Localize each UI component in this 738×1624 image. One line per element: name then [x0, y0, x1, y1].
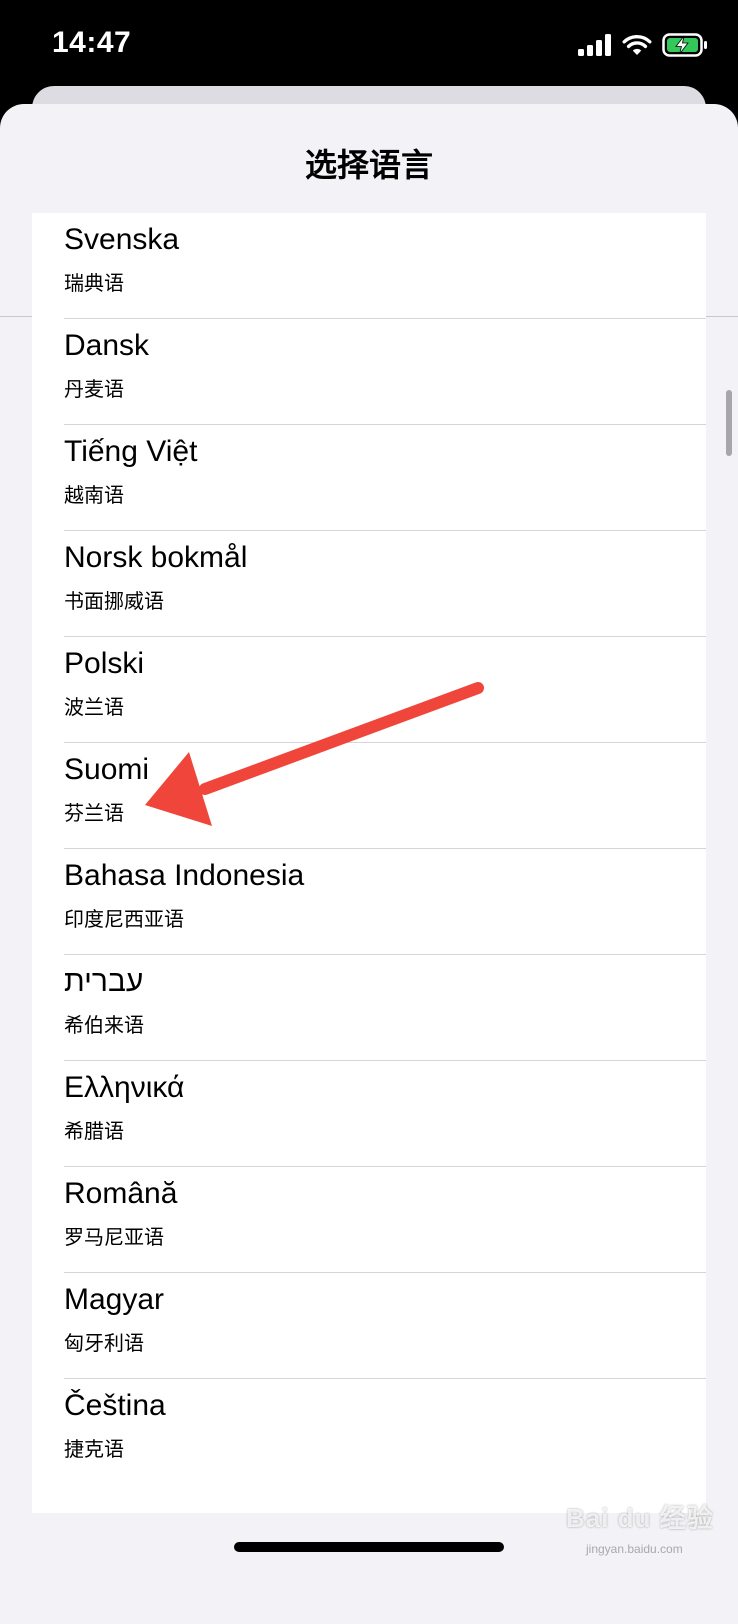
language-translation: 印度尼西亚语: [64, 909, 184, 931]
watermark-url: jingyan.baidu.com: [586, 1542, 683, 1556]
language-name: Suomi: [64, 753, 150, 786]
language-translation: 罗马尼亚语: [64, 1227, 164, 1249]
language-item-tieng-viet[interactable]: Tiếng Việt 越南语: [32, 425, 706, 531]
language-translation: 丹麦语: [64, 379, 124, 401]
language-item-norsk-bokmal[interactable]: Norsk bokmål 书面挪威语: [32, 531, 706, 637]
status-icons: [578, 30, 708, 60]
language-name: Čeština: [64, 1389, 166, 1422]
language-item-magyar[interactable]: Magyar 匈牙利语: [32, 1273, 706, 1379]
language-translation: 希伯来语: [64, 1015, 144, 1037]
home-indicator: [234, 1542, 504, 1552]
language-translation: 匈牙利语: [64, 1333, 144, 1355]
language-item-cestina[interactable]: Čeština 捷克语: [32, 1379, 706, 1485]
language-translation: 瑞典语: [64, 273, 124, 295]
language-name: Polski: [64, 647, 145, 680]
language-translation: 越南语: [64, 485, 124, 507]
language-name: Dansk: [64, 329, 150, 362]
language-translation: 芬兰语: [64, 803, 124, 825]
battery-charging-icon: [662, 33, 707, 57]
language-name: Română: [64, 1177, 178, 1210]
language-item-bahasa-indonesia[interactable]: Bahasa Indonesia 印度尼西亚语: [32, 849, 706, 955]
language-item-svenska[interactable]: Svenska 瑞典语: [32, 213, 706, 319]
wifi-icon: [622, 34, 652, 55]
signal-icon: [578, 34, 611, 56]
language-item-hebrew[interactable]: עברית 希伯来语: [32, 955, 706, 1061]
language-translation: 书面挪威语: [64, 591, 164, 613]
status-bar: 14:47: [0, 0, 738, 90]
language-name: Norsk bokmål: [64, 541, 248, 574]
sheet-title: 选择语言: [304, 147, 433, 183]
language-translation: 希腊语: [64, 1121, 124, 1143]
language-translation: 波兰语: [64, 697, 124, 719]
scroll-indicator[interactable]: [726, 390, 732, 456]
language-item-greek[interactable]: Ελληνικά 希腊语: [32, 1061, 706, 1167]
language-name: Svenska: [64, 223, 180, 256]
language-item-suomi[interactable]: Suomi 芬兰语: [32, 743, 706, 849]
status-time: 14:47: [52, 26, 132, 59]
watermark-logo: Bai du 经验: [566, 1503, 714, 1533]
language-item-romana[interactable]: Română 罗马尼亚语: [32, 1167, 706, 1273]
language-name: Magyar: [64, 1283, 165, 1316]
language-name: עברית: [64, 965, 144, 998]
language-name: Tiếng Việt: [64, 435, 198, 468]
language-name: Bahasa Indonesia: [64, 859, 305, 892]
language-item-polski[interactable]: Polski 波兰语: [32, 637, 706, 743]
language-translation: 捷克语: [64, 1439, 124, 1461]
language-name: Ελληνικά: [64, 1071, 185, 1104]
language-list: Svenska 瑞典语 Dansk 丹麦语 Tiếng Việt 越南语 Nor…: [32, 213, 706, 1513]
language-item-dansk[interactable]: Dansk 丹麦语: [32, 319, 706, 425]
